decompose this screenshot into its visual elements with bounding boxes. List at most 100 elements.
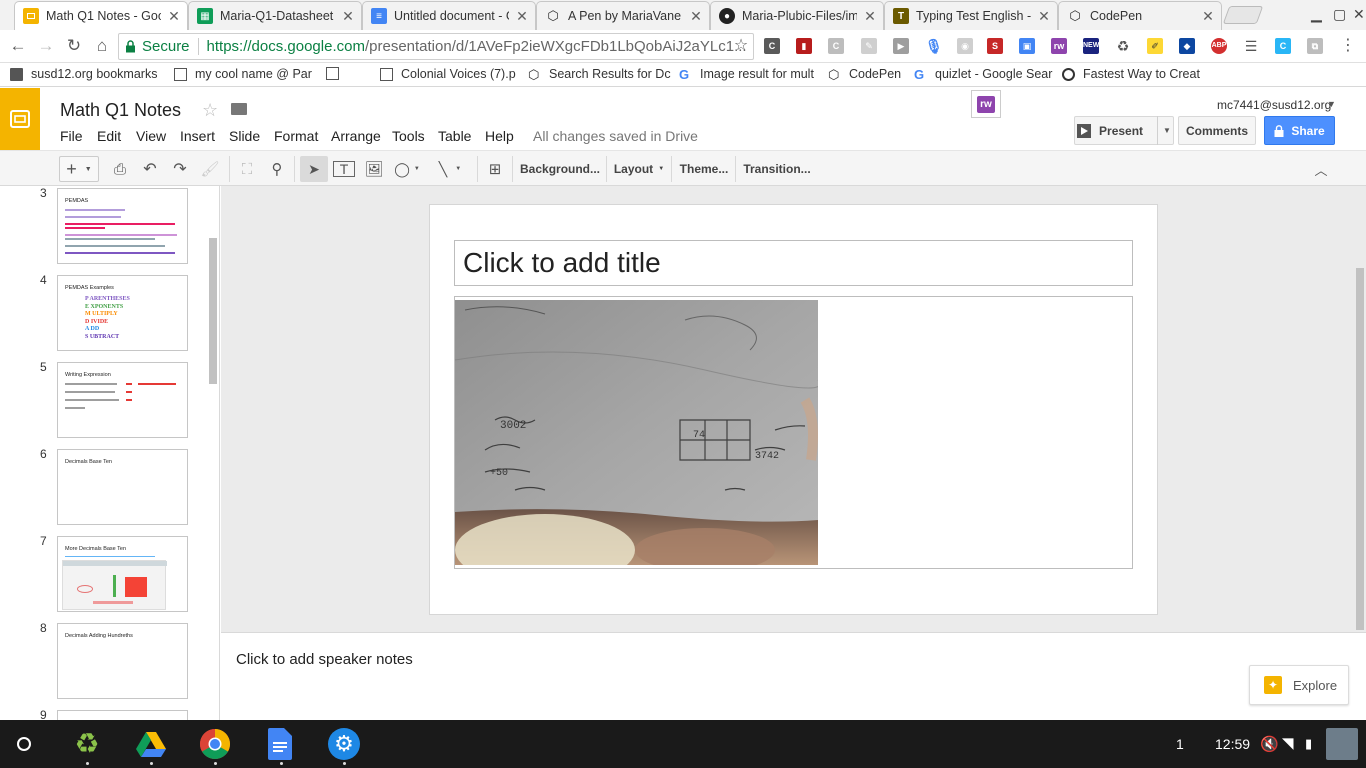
- slide-thumbnail[interactable]: PEMDAS: [57, 188, 188, 264]
- close-icon[interactable]: ✕: [1201, 8, 1215, 25]
- star-bookmark-icon[interactable]: ☆: [731, 36, 751, 56]
- tab-math-q1-notes[interactable]: Math Q1 Notes - Goo ✕: [14, 1, 188, 30]
- tab-datasheet[interactable]: ▦ Maria-Q1-Datasheet ✕: [188, 1, 362, 30]
- settings-gear-icon[interactable]: ⚙: [328, 728, 360, 760]
- chrome-icon[interactable]: [199, 728, 231, 760]
- close-icon[interactable]: ✕: [515, 8, 529, 25]
- bookmark-item[interactable]: Colonial Voices (7).p: [380, 67, 516, 81]
- chevron-down-icon[interactable]: ▼: [1163, 126, 1171, 135]
- fit-icon[interactable]: ⛶: [236, 156, 258, 182]
- line-icon[interactable]: ╲ ▼: [432, 156, 468, 182]
- layout-button[interactable]: Layout ▼: [612, 156, 666, 182]
- transition-button[interactable]: Transition...: [742, 156, 812, 182]
- slide-thumbnail[interactable]: Decimals Adding Hundreths: [57, 623, 188, 699]
- filmstrip-scrollbar[interactable]: [209, 238, 217, 384]
- tab-github-files[interactable]: ● Maria-Plubic-Files/im ✕: [710, 1, 884, 30]
- extension-tool-icon[interactable]: ✎: [861, 38, 877, 54]
- wifi-icon[interactable]: ◥: [1282, 734, 1294, 752]
- close-icon[interactable]: ✕: [1037, 8, 1051, 25]
- bookmark-item[interactable]: ⬡ Search Results for Dc: [528, 67, 671, 81]
- extension-s-icon[interactable]: S: [987, 38, 1003, 54]
- menu-tools[interactable]: Tools: [392, 128, 425, 144]
- extension-diamond-icon[interactable]: ◆: [1179, 38, 1195, 54]
- forward-arrow-icon[interactable]: →: [36, 36, 56, 56]
- redo-icon[interactable]: ↷: [169, 156, 191, 182]
- extension-c-blue-icon[interactable]: C: [1275, 38, 1291, 54]
- folder-icon[interactable]: [231, 103, 247, 115]
- slide-thumbnail[interactable]: PEMDAS Examples P ARENTHESES E XPONENTS …: [57, 275, 188, 351]
- account-email[interactable]: mc7441@susd12.org: [1217, 98, 1331, 112]
- undo-icon[interactable]: ↶: [139, 156, 161, 182]
- document-title[interactable]: Math Q1 Notes: [60, 100, 181, 121]
- zoom-icon[interactable]: ⚲: [266, 156, 288, 182]
- menu-kebab-icon[interactable]: ⋮: [1338, 36, 1358, 56]
- menu-help[interactable]: Help: [485, 128, 514, 144]
- comments-button[interactable]: Comments: [1178, 116, 1256, 145]
- select-cursor-icon[interactable]: ➤: [300, 156, 328, 182]
- slide-thumbnail[interactable]: Decimals Base Ten: [57, 449, 188, 525]
- chevron-down-icon[interactable]: ▼: [1327, 99, 1336, 109]
- clock[interactable]: 12:59: [1215, 736, 1250, 752]
- canvas-scrollbar[interactable]: [1356, 268, 1364, 630]
- menu-slide[interactable]: Slide: [229, 128, 260, 144]
- menu-table[interactable]: Table: [438, 128, 471, 144]
- speaker-notes-placeholder[interactable]: Click to add speaker notes: [236, 651, 413, 668]
- bookmark-item[interactable]: Fastest Way to Creat: [1062, 67, 1200, 81]
- reload-icon[interactable]: ↻: [64, 36, 84, 56]
- extension-c-icon[interactable]: C: [764, 38, 780, 54]
- theme-button[interactable]: Theme...: [678, 156, 730, 182]
- battery-icon[interactable]: ▮: [1305, 736, 1312, 752]
- inserted-photo[interactable]: 3002 +50 74 3742: [455, 300, 818, 565]
- speaker-notes-panel[interactable]: Click to add speaker notes: [221, 632, 1366, 720]
- bookmark-item[interactable]: G quizlet - Google Sear: [914, 67, 1052, 81]
- title-placeholder[interactable]: Click to add title: [454, 240, 1133, 286]
- new-slide-button[interactable]: + ▼: [59, 156, 99, 182]
- image-icon[interactable]: 🖼: [363, 156, 385, 182]
- tab-codepen[interactable]: ⬡ CodePen ✕: [1058, 1, 1222, 30]
- slides-logo-icon[interactable]: [0, 88, 40, 150]
- google-drive-icon[interactable]: [135, 728, 167, 760]
- background-button[interactable]: Background...: [520, 156, 600, 182]
- tab-untitled-document[interactable]: ≡ Untitled document - G ✕: [362, 1, 536, 30]
- print-icon[interactable]: ⎙: [109, 156, 131, 182]
- star-icon[interactable]: ☆: [202, 100, 218, 121]
- slide-thumbnail[interactable]: [57, 710, 188, 720]
- bookmark-item[interactable]: [326, 67, 347, 80]
- extension-copy-icon[interactable]: ⧉: [1307, 38, 1323, 54]
- back-arrow-icon[interactable]: ←: [8, 36, 28, 56]
- shape-icon[interactable]: ◯ ▼: [392, 156, 422, 182]
- menu-edit[interactable]: Edit: [97, 128, 121, 144]
- add-comment-icon[interactable]: ⊞: [484, 156, 506, 182]
- present-button[interactable]: Present ▼: [1074, 116, 1174, 145]
- slide-thumbnail[interactable]: Writing Expression: [57, 362, 188, 438]
- avatar[interactable]: [1326, 728, 1358, 760]
- maximize-icon[interactable]: ▢: [1333, 6, 1346, 23]
- close-icon[interactable]: ✕: [689, 8, 703, 25]
- close-icon[interactable]: ✕: [863, 8, 877, 25]
- new-tab-button[interactable]: [1222, 6, 1264, 24]
- list-icon[interactable]: ☰: [1243, 38, 1259, 54]
- adblock-icon[interactable]: ABP: [1211, 38, 1227, 54]
- chevron-down-icon[interactable]: ▼: [85, 166, 92, 173]
- close-icon[interactable]: ✕: [341, 8, 355, 25]
- bookmark-folder[interactable]: susd12.org bookmarks: [10, 67, 157, 81]
- recycle-icon[interactable]: ♻: [1115, 38, 1131, 54]
- minimize-icon[interactable]: ▁: [1311, 6, 1322, 23]
- bookmark-item[interactable]: G Image result for mult: [679, 67, 814, 81]
- slide-thumbnail[interactable]: More Decimals Base Ten: [57, 536, 188, 612]
- share-button[interactable]: Share: [1264, 116, 1335, 145]
- address-bar[interactable]: Secure https://docs.google.com /presenta…: [118, 33, 754, 60]
- collapse-chevron-icon[interactable]: ︿: [1310, 156, 1332, 182]
- home-icon[interactable]: ⌂: [92, 36, 112, 56]
- menu-format[interactable]: Format: [274, 128, 318, 144]
- extension-rw-icon[interactable]: rw: [1051, 38, 1067, 54]
- extension-puzzle-icon[interactable]: ▣: [1019, 38, 1035, 54]
- extension-book-icon[interactable]: ▮: [796, 38, 812, 54]
- mute-icon[interactable]: 🔇: [1260, 735, 1279, 753]
- microphone-icon[interactable]: 🎙: [925, 38, 943, 54]
- secure-indicator[interactable]: Secure: [125, 38, 190, 55]
- close-icon[interactable]: ✕: [167, 8, 181, 25]
- launcher-icon[interactable]: [17, 737, 31, 751]
- menu-view[interactable]: View: [136, 128, 166, 144]
- extension-pen-icon[interactable]: ✐: [1147, 38, 1163, 54]
